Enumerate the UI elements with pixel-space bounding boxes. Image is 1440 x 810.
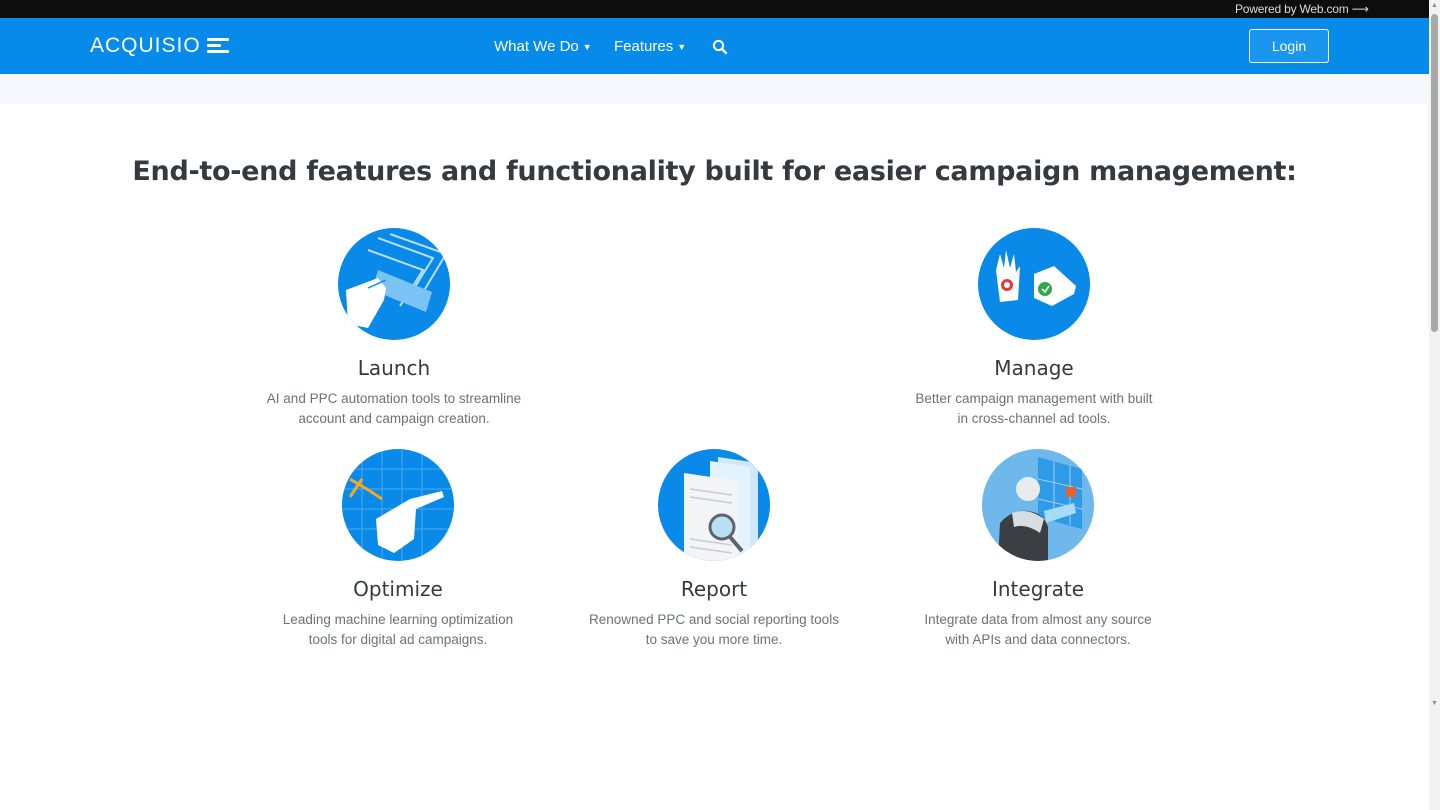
feature-title: Optimize — [353, 577, 443, 601]
page-scrollbar[interactable]: ▲ ▼ — [1429, 0, 1440, 810]
feature-title: Manage — [994, 356, 1074, 380]
feature-description-line: to save you more time. — [645, 632, 783, 647]
feature-manage: Manage Better campaign management with b… — [904, 228, 1164, 429]
nav-what-we-do-label: What We Do — [494, 38, 579, 55]
manage-icon — [978, 228, 1090, 340]
feature-description-line: tools for digital ad campaigns. — [308, 632, 488, 647]
top-bar: Powered by Web.com ⟶ — [0, 0, 1429, 18]
feature-description-line: Leading machine learning optimization — [282, 612, 514, 627]
nav-features-label: Features — [614, 38, 674, 55]
powered-by-link[interactable]: Powered by Web.com ⟶ — [1235, 2, 1369, 16]
feature-description-line: account and campaign creation. — [298, 411, 490, 426]
feature-description: Better campaign management with built in… — [904, 389, 1164, 429]
feature-optimize: Optimize Leading machine learning optimi… — [268, 449, 528, 650]
feature-title: Integrate — [991, 577, 1085, 601]
feature-description: Integrate data from almost any source wi… — [908, 610, 1168, 650]
search-button[interactable] — [711, 38, 729, 56]
feature-description-line: with APIs and data connectors. — [945, 632, 1131, 647]
feature-title: Report — [680, 577, 748, 601]
acquisio-logo[interactable]: ACQUISIO — [90, 34, 231, 58]
feature-description-line: Better campaign management with built — [915, 391, 1153, 406]
logo-wordmark: ACQUISIO — [90, 34, 201, 57]
nav-what-we-do[interactable]: What We Do ▼ — [494, 38, 592, 55]
scroll-up-arrow-icon[interactable]: ▲ — [1431, 2, 1438, 9]
optimize-icon — [342, 449, 454, 561]
feature-description: Renowned PPC and social reporting tools … — [584, 610, 844, 650]
search-icon — [712, 39, 728, 55]
feature-report: Report Renowned PPC and social reporting… — [584, 449, 844, 650]
feature-description-line: Integrate data from almost any source — [924, 612, 1152, 627]
nav-features[interactable]: Features ▼ — [614, 38, 686, 55]
feature-integrate: Integrate Integrate data from almost any… — [908, 449, 1168, 650]
logo-bars-icon — [206, 38, 231, 54]
feature-description: Leading machine learning optimization to… — [268, 610, 528, 650]
scrollbar-thumb[interactable] — [1431, 14, 1438, 332]
main-navbar: ACQUISIO What We Do ▼ Features ▼ Login — [0, 18, 1429, 74]
integrate-icon — [982, 449, 1094, 561]
feature-launch: Launch AI and PPC automation tools to st… — [264, 228, 524, 429]
feature-title: Launch — [357, 356, 431, 380]
chevron-down-icon: ▼ — [677, 41, 687, 52]
launch-icon — [338, 228, 450, 340]
page-headline: End-to-end features and functionality bu… — [132, 156, 1297, 187]
scroll-down-arrow-icon[interactable]: ▼ — [1431, 700, 1438, 707]
chevron-down-icon: ▼ — [582, 41, 592, 52]
feature-description-line: Renowned PPC and social reporting tools — [589, 612, 839, 627]
feature-description-line: AI and PPC automation tools to streamlin… — [266, 391, 522, 406]
report-icon — [658, 449, 770, 561]
sub-nav-band — [0, 74, 1429, 104]
feature-description-line: in cross-channel ad tools. — [957, 411, 1111, 426]
feature-description: AI and PPC automation tools to streamlin… — [264, 389, 524, 429]
login-button[interactable]: Login — [1249, 29, 1329, 63]
